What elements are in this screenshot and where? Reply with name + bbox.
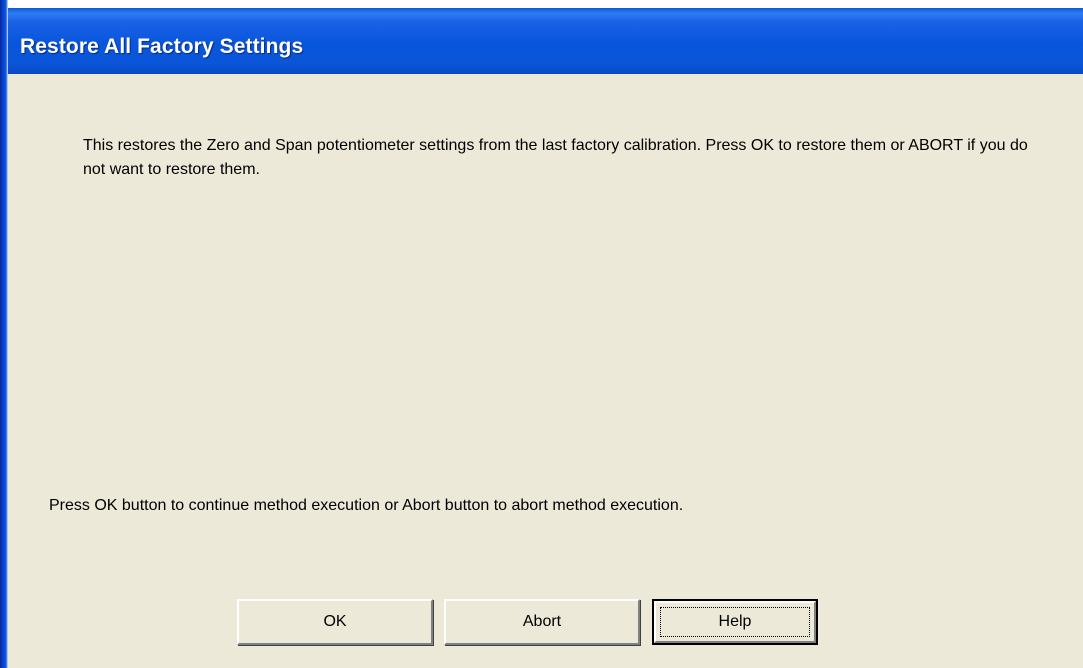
help-button-label: Help xyxy=(718,613,752,630)
window-top-edge xyxy=(0,0,1083,8)
abort-button-label: Abort xyxy=(522,613,562,630)
help-button[interactable]: Help xyxy=(652,599,818,645)
window-left-border xyxy=(0,0,8,668)
title-bar[interactable]: Restore All Factory Settings xyxy=(0,8,1083,74)
instruction-text: Press OK button to continue method execu… xyxy=(49,497,684,514)
ok-button[interactable]: OK xyxy=(237,599,433,645)
dialog-window: Restore All Factory Settings This restor… xyxy=(0,0,1083,668)
description-text: This restores the Zero and Span potentio… xyxy=(83,137,1028,178)
window-title: Restore All Factory Settings xyxy=(20,35,304,58)
abort-button[interactable]: Abort xyxy=(444,599,640,645)
ok-button-label: OK xyxy=(323,613,347,630)
